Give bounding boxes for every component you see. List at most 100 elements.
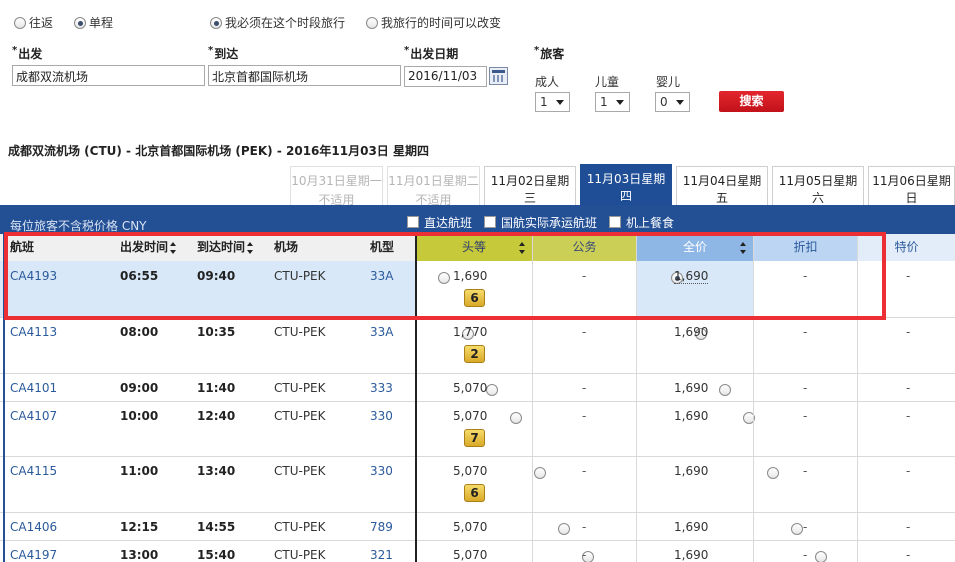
trip-type-round[interactable]: 往返 (14, 14, 53, 31)
discount-fare: - (803, 464, 808, 478)
direct-checkbox[interactable] (407, 216, 419, 228)
infant-select-value: 0 (660, 95, 668, 109)
discount-fare: - (803, 548, 808, 562)
full-fare-radio[interactable] (719, 383, 731, 396)
business-fare: - (582, 464, 587, 478)
full-fare-radio[interactable] (815, 550, 827, 562)
aircraft-link[interactable]: 33A (370, 325, 393, 339)
fixed-time-label: 我必须在这个时段旅行 (225, 16, 346, 30)
arrive-time: 14:55 (197, 520, 236, 534)
discount-fare: - (803, 325, 808, 339)
arrive-time: 12:40 (197, 409, 236, 423)
first-fare-price: 5,070 (453, 464, 488, 478)
infant-label: 婴儿 (656, 75, 681, 89)
date-tab[interactable]: 11月06日星期日1,690 (868, 166, 955, 222)
highlight-box (4, 232, 886, 320)
flight-number-link[interactable]: CA4101 (10, 381, 57, 395)
flight-number-link[interactable]: CA4197 (10, 548, 57, 562)
meal-label: 机上餐食 (626, 216, 675, 230)
date-tab-date: 11月02日星期三 (490, 174, 570, 205)
flexible-time-label: 我旅行的时间可以改变 (381, 16, 502, 30)
row-divider (0, 512, 955, 513)
depart-time: 09:00 (120, 381, 159, 395)
filter-bar: 每位旅客不含税价格 CNY 直达航班 国航实际承运航班 机上餐食 (0, 205, 955, 234)
flight-table: CA4193 06:55 09:40 CTU-PEK 33A 1,690 6-1,690- -… (0, 0, 955, 562)
adult-select[interactable]: 1 (535, 92, 570, 112)
ca-operated-checkbox[interactable] (484, 216, 496, 228)
one-way-label: 单程 (89, 16, 114, 30)
special-fare: - (906, 520, 911, 534)
airport-pair: CTU-PEK (274, 548, 326, 562)
time-pref-fixed[interactable]: 我必须在这个时段旅行 (210, 14, 345, 31)
date-tab[interactable]: 11月02日星期三1,690 (484, 166, 576, 222)
fixed-time-radio[interactable] (210, 16, 222, 29)
flexible-time-radio[interactable] (366, 16, 378, 29)
first-fare-price: 5,070 (453, 381, 488, 395)
date-input[interactable]: 2016/11/03 (404, 66, 487, 87)
aircraft-link[interactable]: 330 (370, 409, 393, 423)
date-tab[interactable]: 11月05日星期六780 (772, 166, 864, 222)
flight-number-link[interactable]: CA4115 (10, 464, 57, 478)
full-fare-price: 1,690 (674, 409, 709, 423)
special-fare: - (906, 381, 911, 395)
one-way-radio[interactable] (74, 16, 86, 29)
aircraft-link[interactable]: 321 (370, 548, 393, 562)
time-pref-flexible[interactable]: 我旅行的时间可以改变 (366, 14, 501, 31)
date-tab-date: 11月04日星期五 (682, 174, 762, 205)
date-tab-date: 11月01日星期二 (388, 174, 479, 188)
row-divider (0, 401, 955, 402)
depart-time: 11:00 (120, 464, 159, 478)
direct-label: 直达航班 (424, 216, 473, 230)
flight-number-link[interactable]: CA4107 (10, 409, 57, 423)
airport-pair: CTU-PEK (274, 520, 326, 534)
infant-select[interactable]: 0 (655, 92, 690, 112)
dest-input[interactable]: 北京首都国际机场 (208, 65, 401, 86)
child-select[interactable]: 1 (595, 92, 630, 112)
first-fare-radio[interactable] (486, 383, 498, 396)
first-fare-price: 5,070 (453, 409, 488, 423)
special-fare: - (906, 548, 911, 562)
depart-time: 13:00 (120, 548, 159, 562)
row-divider (0, 540, 955, 541)
first-fare-radio[interactable] (558, 522, 570, 535)
route-title: 成都双流机场 (CTU) - 北京首都国际机场 (PEK) - 2016年11月… (8, 144, 429, 158)
flight-number-link[interactable]: CA1406 (10, 520, 57, 534)
aircraft-link[interactable]: 333 (370, 381, 393, 395)
arrive-time: 11:40 (197, 381, 236, 395)
flight-number-link[interactable]: CA4113 (10, 325, 57, 339)
child-label: 儿童 (595, 75, 620, 89)
full-fare-price: 1,690 (674, 520, 709, 534)
round-trip-radio[interactable] (14, 16, 26, 29)
origin-input[interactable]: 成都双流机场 (12, 65, 205, 86)
search-button[interactable]: 搜索 (719, 91, 784, 112)
first-fare-radio[interactable] (510, 411, 522, 424)
dest-label: *到达 (208, 45, 239, 61)
meal-checkbox[interactable] (609, 216, 621, 228)
date-tab-date: 11月03日星期四 (586, 172, 666, 203)
discount-fare: - (803, 381, 808, 395)
full-fare-radio[interactable] (791, 522, 803, 535)
row-divider (0, 456, 955, 457)
full-fare-radio[interactable] (767, 466, 779, 479)
aircraft-link[interactable]: 789 (370, 520, 393, 534)
first-fare-radio[interactable] (534, 466, 546, 479)
depart-time: 12:15 (120, 520, 159, 534)
date-tab[interactable]: 11月03日星期四1,690 (580, 164, 672, 220)
special-fare: - (906, 464, 911, 478)
business-fare: - (582, 548, 587, 562)
special-fare: - (906, 409, 911, 423)
depart-time: 10:00 (120, 409, 159, 423)
date-tab[interactable]: 11月04日星期五1,690 (676, 166, 768, 222)
airport-pair: CTU-PEK (274, 381, 326, 395)
row-divider (0, 373, 955, 374)
aircraft-link[interactable]: 330 (370, 464, 393, 478)
arrive-time: 10:35 (197, 325, 236, 339)
trip-type-oneway[interactable]: 单程 (74, 14, 113, 31)
calendar-icon[interactable] (489, 67, 508, 85)
special-fare: - (906, 325, 911, 339)
child-select-value: 1 (600, 95, 608, 109)
chevron-down-icon (616, 100, 624, 105)
date-tab-date: 11月05日星期六 (778, 174, 858, 205)
origin-label: *出发 (12, 45, 43, 61)
date-tab-date: 11月06日星期日 (872, 174, 951, 205)
